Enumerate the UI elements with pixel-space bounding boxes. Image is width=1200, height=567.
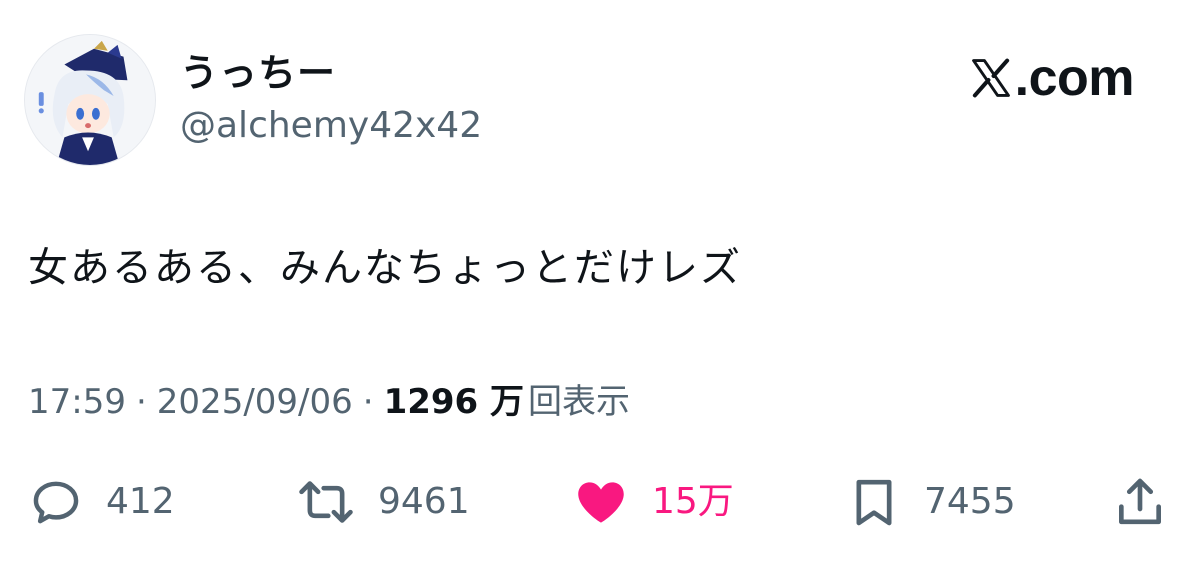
heart-icon bbox=[578, 482, 624, 523]
like-count: 15万 bbox=[652, 481, 734, 522]
user-handle[interactable]: @alchemy42x42 bbox=[180, 104, 482, 148]
display-name[interactable]: うっちー bbox=[180, 50, 336, 96]
tweet-date[interactable]: 2025/09/06 bbox=[157, 380, 353, 424]
bookmark-count: 7455 bbox=[924, 481, 1016, 522]
views-count[interactable]: 1296 万 bbox=[384, 380, 524, 424]
meta-separator: · bbox=[362, 382, 374, 422]
reply-button[interactable]: 412 bbox=[28, 472, 175, 532]
tweet-meta: 17:59 · 2025/09/06 · 1296 万 回表示 bbox=[28, 380, 630, 424]
avatar[interactable] bbox=[24, 34, 156, 166]
views-label: 回表示 bbox=[528, 382, 631, 422]
meta-separator: · bbox=[135, 382, 147, 422]
site-logo-text: .com bbox=[1014, 49, 1135, 107]
site-logo: .com bbox=[969, 48, 1135, 108]
like-button[interactable]: 15万 bbox=[572, 472, 734, 532]
action-bar: 412 9461 15万 7455 bbox=[0, 472, 1200, 532]
retweet-icon bbox=[299, 481, 353, 523]
share-icon bbox=[1119, 478, 1161, 525]
bookmark-button[interactable]: 7455 bbox=[846, 472, 1016, 532]
share-button[interactable] bbox=[1112, 472, 1168, 532]
reply-count: 412 bbox=[106, 481, 175, 522]
anime-character-avatar-icon bbox=[25, 35, 155, 165]
retweet-count: 9461 bbox=[378, 481, 470, 522]
bookmark-icon bbox=[856, 479, 892, 526]
tweet-time[interactable]: 17:59 bbox=[28, 380, 126, 424]
retweet-button[interactable]: 9461 bbox=[296, 472, 470, 532]
reply-icon bbox=[33, 481, 79, 524]
tweet-text: 女あるある、みんなちょっとだけレズ bbox=[28, 245, 742, 291]
x-logo-icon bbox=[971, 58, 1010, 98]
